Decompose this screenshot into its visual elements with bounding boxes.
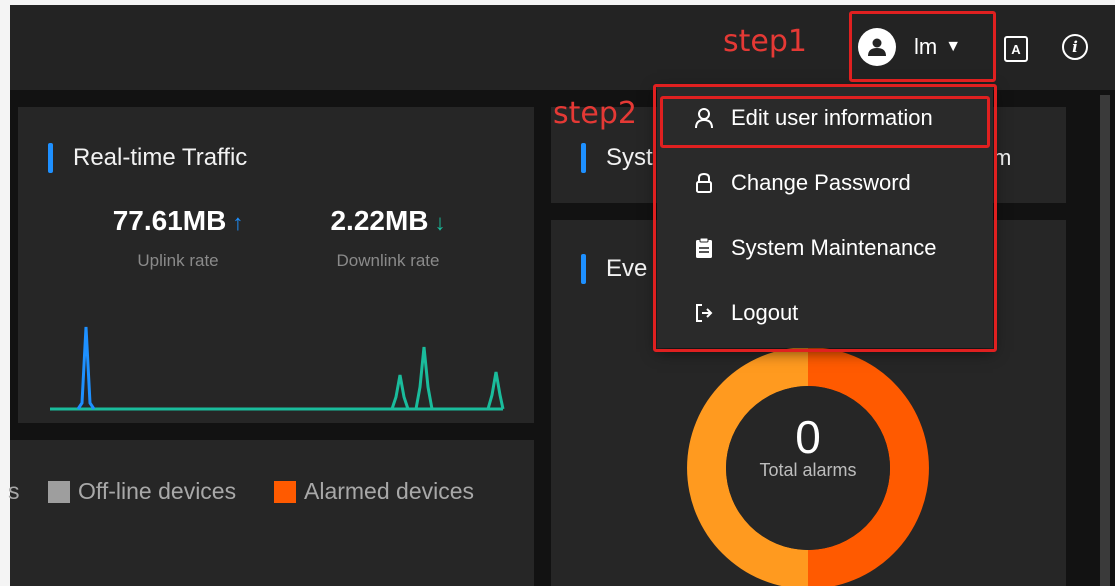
menu-item-change-password[interactable]: Change Password	[657, 155, 993, 211]
uplink-spike	[76, 326, 96, 410]
legend-alarmed[interactable]: Alarmed devices	[274, 478, 474, 505]
title-accent-bar	[48, 143, 53, 173]
language-icon[interactable]: A	[1004, 36, 1028, 62]
panel-title: Real-time Traffic	[48, 143, 247, 173]
traffic-title: Real-time Traffic	[73, 144, 248, 171]
title-accent-bar	[581, 143, 586, 173]
logout-icon	[689, 303, 719, 323]
downlink-spike-3	[486, 371, 505, 410]
event-panel-title: Eve	[581, 254, 647, 284]
uplink-value: 77.61MB	[112, 205, 227, 236]
step1-annotation: step1	[723, 24, 807, 59]
title-accent-bar	[581, 254, 586, 284]
caret-down-icon: ▼	[945, 38, 962, 55]
legend-partial: s	[8, 478, 20, 505]
menu-item-system-maintenance[interactable]: System Maintenance	[657, 220, 993, 276]
clipboard-icon	[689, 237, 719, 259]
menu-item-edit-user-information[interactable]: Edit user information	[657, 90, 993, 146]
user-avatar-icon	[858, 28, 896, 66]
legend-offline[interactable]: Off-line devices	[48, 478, 236, 505]
device-status-panel	[10, 440, 534, 586]
alarmed-swatch	[274, 480, 296, 503]
user-name: lm	[914, 34, 938, 59]
traffic-sparkline	[50, 326, 505, 411]
up-arrow-icon: ↑	[232, 210, 244, 235]
menu-label: Edit user information	[731, 105, 933, 130]
legend-partial-text: s	[8, 478, 20, 504]
scrollbar[interactable]	[1100, 95, 1110, 586]
system-title-tail: m	[993, 145, 1011, 171]
person-icon	[689, 107, 719, 129]
uplink-label: Uplink rate	[137, 251, 219, 270]
downlink-metric: 2.22MB ↓ Downlink rate	[288, 205, 488, 271]
downlink-spike-1	[390, 374, 410, 410]
user-dropdown-menu: Edit user information Change Password Sy…	[657, 86, 993, 348]
menu-item-logout[interactable]: Logout	[657, 285, 993, 341]
realtime-traffic-panel: Real-time Traffic 77.61MB ↑ Uplink rate 2…	[18, 107, 534, 423]
step2-annotation: step2	[553, 96, 637, 131]
uplink-metric: 77.61MB ↑ Uplink rate	[78, 205, 278, 271]
system-title-tail-text: m	[993, 145, 1012, 170]
lock-icon	[689, 172, 719, 194]
total-alarms-value: 0	[795, 411, 821, 463]
total-alarms-label: Total alarms	[759, 460, 857, 480]
event-title-partial: Eve	[606, 255, 648, 282]
info-icon[interactable]: i	[1062, 34, 1088, 60]
downlink-spike-2	[414, 346, 434, 410]
user-menu-button[interactable]: lm ▼	[858, 26, 961, 68]
menu-label: System Maintenance	[731, 235, 937, 260]
alarmed-label: Alarmed devices	[304, 478, 475, 504]
offline-label: Off-line devices	[78, 478, 237, 504]
offline-swatch	[48, 480, 70, 503]
downlink-value: 2.22MB	[330, 205, 429, 236]
system-panel-title: Syst	[581, 143, 653, 173]
down-arrow-icon: ↓	[434, 210, 446, 235]
menu-label: Logout	[731, 300, 799, 325]
downlink-label: Downlink rate	[336, 251, 440, 270]
system-title-partial: Syst	[606, 144, 653, 171]
menu-label: Change Password	[731, 170, 911, 195]
